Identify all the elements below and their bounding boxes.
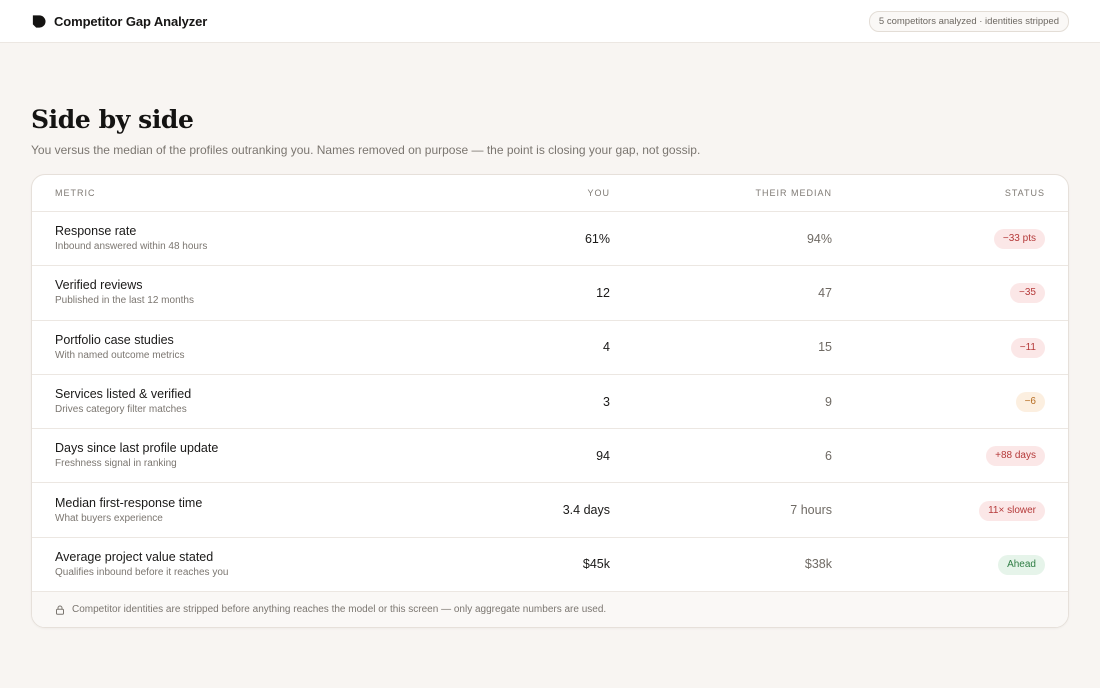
table-row: Average project value stated Qualifies i… [32,538,1068,593]
table-row: Median first-response time What buyers e… [32,483,1068,538]
metric-name: Days since last profile update [55,441,219,456]
competitors-badge: 5 competitors analyzed · identities stri… [868,10,1069,32]
table-row: Portfolio case studies With named outcom… [32,321,1068,375]
metric-name: Median first-response time [55,495,203,510]
table-row: Services listed & verified Drives catego… [32,375,1068,430]
you-value: $45k [582,557,610,572]
metric-name: Response rate [55,224,137,239]
median-value: 6 [825,448,832,463]
status-badge: 11× slower [979,500,1045,521]
metric-description: What buyers experience [55,512,163,524]
privacy-note-text: Competitor identities are stripped befor… [72,604,607,616]
table-header: Metric You Their median Status [32,175,1068,212]
metric-description: Published in the last 12 months [55,295,194,307]
median-value: $38k [804,557,832,572]
median-value: 15 [818,340,832,355]
top-bar: Competitor Gap Analyzer 5 competitors an… [0,0,1100,43]
metric-name: Average project value stated [55,549,214,564]
brand-logo-icon [32,14,46,28]
page-title: Side by side [31,105,194,134]
median-value: 7 hours [790,503,832,518]
comparison-table: Metric You Their median Status Response … [31,174,1069,629]
metric-description: Freshness signal in ranking [55,458,177,470]
you-value: 3.4 days [562,503,610,518]
you-value: 94 [596,448,610,463]
lock-icon [56,605,64,615]
metric-description: Inbound answered within 48 hours [55,241,208,253]
median-value: 47 [818,285,832,300]
table-row: Verified reviews Published in the last 1… [32,266,1068,321]
you-value: 61% [584,231,610,246]
table-row: Days since last profile update Freshness… [32,429,1068,484]
table-row: Response rate Inbound answered within 48… [32,212,1068,267]
you-value: 3 [603,394,610,409]
app-title: Competitor Gap Analyzer [54,13,208,29]
metric-description: With named outcome metrics [55,349,185,361]
page-subtitle: You versus the median of the profiles ou… [31,143,701,157]
metric-description: Qualifies inbound before it reaches you [55,566,229,578]
header-status: Status [1004,188,1045,198]
status-badge: Ahead [998,554,1045,575]
main-content: Side by side You versus the median of th… [0,43,1100,629]
median-value: 9 [825,394,832,409]
status-badge: −6 [1015,392,1045,413]
status-badge: +88 days [986,446,1045,467]
header-metric: Metric [55,188,96,198]
header-median: Their median [755,188,832,198]
header-you: You [587,188,610,198]
median-value: 94% [806,231,832,246]
status-badge: −11 [1010,337,1045,358]
you-value: 12 [596,285,610,300]
metric-name: Services listed & verified [55,387,192,402]
status-badge: −33 pts [993,229,1045,250]
you-value: 4 [603,340,610,355]
metric-description: Drives category filter matches [55,404,187,416]
brand[interactable]: Competitor Gap Analyzer [31,14,207,29]
metric-name: Verified reviews [55,278,143,293]
status-badge: −35 [1010,283,1045,304]
privacy-note: Competitor identities are stripped befor… [32,592,1068,628]
metric-name: Portfolio case studies [55,332,174,347]
